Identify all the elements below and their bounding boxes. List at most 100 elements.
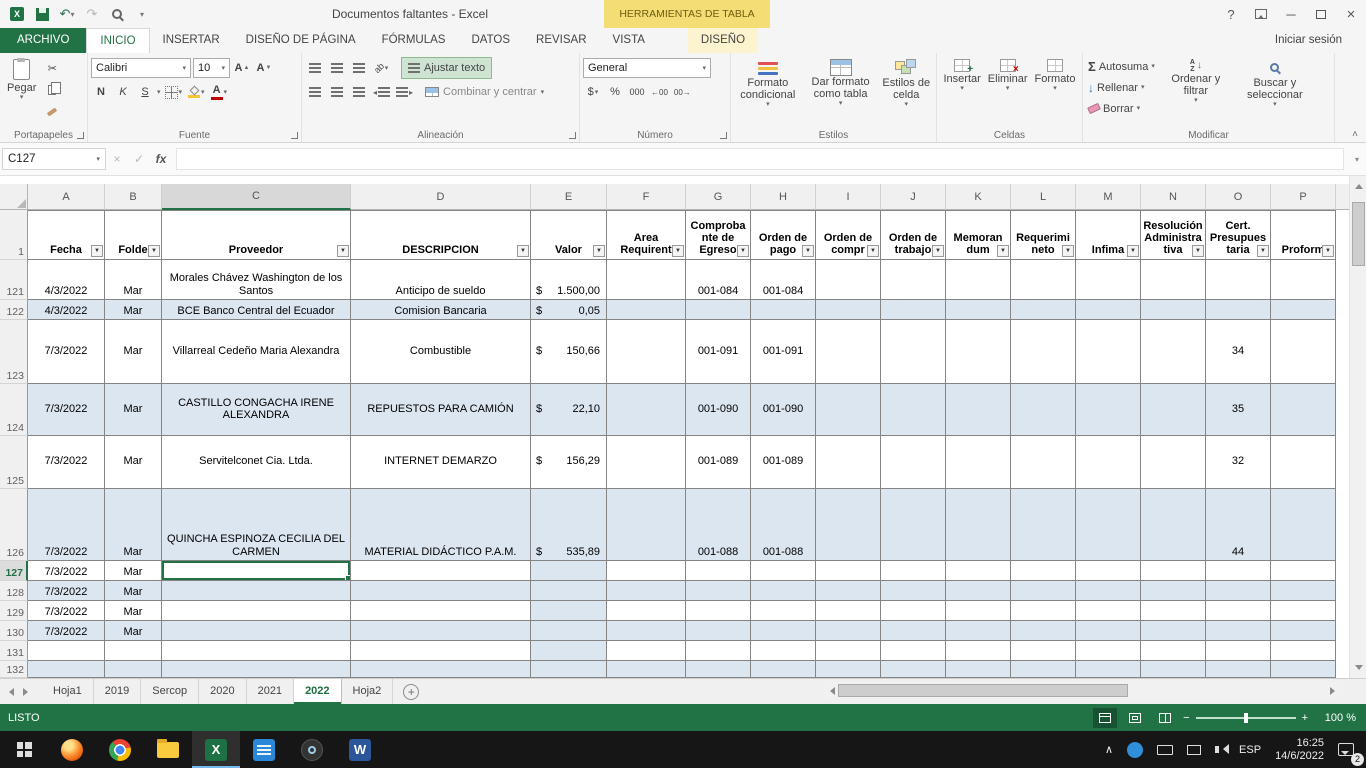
header-cell-O1[interactable]: Cert. Presupues taria▼ bbox=[1206, 210, 1271, 260]
action-center-icon[interactable]: 2 bbox=[1331, 731, 1364, 768]
cell-D124[interactable]: REPUESTOS PARA CAMIÓN bbox=[351, 384, 531, 436]
dialog-launcher-icon[interactable] bbox=[720, 132, 727, 139]
row-header-131[interactable]: 131 bbox=[0, 641, 28, 661]
dialog-launcher-icon[interactable] bbox=[77, 132, 84, 139]
clock[interactable]: 16:2514/6/2022 bbox=[1268, 731, 1331, 768]
column-header-N[interactable]: N bbox=[1141, 184, 1206, 210]
formula-bar-expand-icon[interactable]: ▾ bbox=[1348, 155, 1366, 164]
filter-button-D[interactable]: ▼ bbox=[517, 245, 529, 257]
cell-L128[interactable] bbox=[1011, 581, 1076, 601]
cell-J123[interactable] bbox=[881, 320, 946, 384]
cell-G127[interactable] bbox=[686, 561, 751, 581]
ribbon-tab-revisar[interactable]: REVISAR bbox=[523, 28, 600, 53]
header-cell-D1[interactable]: DESCRIPCION▼ bbox=[351, 210, 531, 260]
cell-B128[interactable]: Mar bbox=[105, 581, 162, 601]
cell-B126[interactable]: Mar bbox=[105, 489, 162, 561]
cell-A121[interactable]: 4/3/2022 bbox=[28, 260, 105, 300]
cell-M131[interactable] bbox=[1076, 641, 1141, 661]
ribbon-tab-vista[interactable]: VISTA bbox=[600, 28, 658, 53]
row-header-122[interactable]: 122 bbox=[0, 300, 28, 320]
thousands-format-button[interactable]: 000 bbox=[627, 82, 647, 102]
font-color-button[interactable]: A▾ bbox=[209, 82, 230, 102]
scroll-up-icon[interactable] bbox=[1350, 176, 1366, 193]
number-format-select[interactable]: General▾ bbox=[583, 58, 711, 78]
taskbar-word-button[interactable]: W bbox=[336, 731, 384, 768]
ribbon-tab-f-rmulas[interactable]: FÓRMULAS bbox=[369, 28, 459, 53]
collapse-ribbon-icon[interactable]: ˄ bbox=[1352, 129, 1358, 140]
cell-A124[interactable]: 7/3/2022 bbox=[28, 384, 105, 436]
cell-A131[interactable] bbox=[28, 641, 105, 661]
cell-I130[interactable] bbox=[816, 621, 881, 641]
column-header-P[interactable]: P bbox=[1271, 184, 1336, 210]
header-cell-L1[interactable]: Requerimi neto▼ bbox=[1011, 210, 1076, 260]
filter-button-N[interactable]: ▼ bbox=[1192, 245, 1204, 257]
cell-H122[interactable] bbox=[751, 300, 816, 320]
ribbon-tab-archivo[interactable]: ARCHIVO bbox=[0, 28, 86, 53]
cell-P128[interactable] bbox=[1271, 581, 1336, 601]
column-header-D[interactable]: D bbox=[351, 184, 531, 210]
volume-icon[interactable] bbox=[1208, 731, 1232, 768]
cell-D123[interactable]: Combustible bbox=[351, 320, 531, 384]
cell-N131[interactable] bbox=[1141, 641, 1206, 661]
cell-L129[interactable] bbox=[1011, 601, 1076, 621]
percent-format-button[interactable]: % bbox=[605, 82, 625, 102]
row-header-128[interactable]: 128 bbox=[0, 581, 28, 601]
filter-button-G[interactable]: ▼ bbox=[737, 245, 749, 257]
hidden-icons-chevron-icon[interactable]: ∧ bbox=[1098, 731, 1120, 768]
cell-J130[interactable] bbox=[881, 621, 946, 641]
start-button[interactable] bbox=[0, 731, 48, 768]
align-bottom-button[interactable] bbox=[349, 58, 369, 78]
cell-P127[interactable] bbox=[1271, 561, 1336, 581]
cell-K129[interactable] bbox=[946, 601, 1011, 621]
cell-P126[interactable] bbox=[1271, 489, 1336, 561]
zoom-slider-thumb[interactable] bbox=[1244, 713, 1248, 723]
cell-I127[interactable] bbox=[816, 561, 881, 581]
conditional-formatting-button[interactable]: Formato condicional ▾ bbox=[734, 56, 802, 126]
cell-B129[interactable]: Mar bbox=[105, 601, 162, 621]
sheet-tab-2020[interactable]: 2020 bbox=[199, 679, 246, 704]
font-size-select[interactable]: 10▾ bbox=[193, 58, 230, 78]
cell-B124[interactable]: Mar bbox=[105, 384, 162, 436]
cell-C131[interactable] bbox=[162, 641, 351, 661]
cell-O123[interactable]: 34 bbox=[1206, 320, 1271, 384]
sheet-nav-prev-icon[interactable] bbox=[0, 679, 18, 704]
insert-function-icon[interactable]: fx bbox=[150, 148, 172, 170]
cell-N124[interactable] bbox=[1141, 384, 1206, 436]
cell-L126[interactable] bbox=[1011, 489, 1076, 561]
cell-H121[interactable]: 001-084 bbox=[751, 260, 816, 300]
filter-button-B[interactable]: ▼ bbox=[148, 245, 160, 257]
row-header-125[interactable]: 125 bbox=[0, 436, 28, 489]
insert-cells-button[interactable]: + Insertar ▾ bbox=[942, 56, 983, 126]
taskbar-explorer-button[interactable] bbox=[144, 731, 192, 768]
delete-cells-button[interactable]: × Eliminar ▾ bbox=[986, 56, 1030, 126]
row-header-121[interactable]: 121 bbox=[0, 260, 28, 300]
cell-L121[interactable] bbox=[1011, 260, 1076, 300]
column-header-C[interactable]: C bbox=[162, 184, 351, 210]
cell-M132[interactable] bbox=[1076, 661, 1141, 678]
cell-L132[interactable] bbox=[1011, 661, 1076, 678]
cell-G129[interactable] bbox=[686, 601, 751, 621]
cell-P131[interactable] bbox=[1271, 641, 1336, 661]
chevron-down-icon[interactable]: ▾ bbox=[157, 89, 161, 96]
cell-G121[interactable]: 001-084 bbox=[686, 260, 751, 300]
filter-button-C[interactable]: ▼ bbox=[337, 245, 349, 257]
vertical-scrollbar[interactable] bbox=[1349, 176, 1366, 678]
select-all-corner[interactable] bbox=[0, 184, 28, 210]
cell-C129[interactable] bbox=[162, 601, 351, 621]
cell-G126[interactable]: 001-088 bbox=[686, 489, 751, 561]
row-header-132[interactable]: 132 bbox=[0, 661, 28, 678]
column-header-E[interactable]: E bbox=[531, 184, 607, 210]
cell-G123[interactable]: 001-091 bbox=[686, 320, 751, 384]
cell-F132[interactable] bbox=[607, 661, 686, 678]
cell-A123[interactable]: 7/3/2022 bbox=[28, 320, 105, 384]
filter-button-O[interactable]: ▼ bbox=[1257, 245, 1269, 257]
cell-E124[interactable]: $22,10 bbox=[531, 384, 607, 436]
cell-B121[interactable]: Mar bbox=[105, 260, 162, 300]
qat-customize-icon[interactable]: ▾ bbox=[133, 5, 151, 23]
taskbar-excel-button[interactable]: X bbox=[192, 731, 240, 768]
cell-H123[interactable]: 001-091 bbox=[751, 320, 816, 384]
horizontal-scroll-thumb[interactable] bbox=[838, 684, 1128, 697]
scroll-down-icon[interactable] bbox=[1350, 661, 1366, 678]
cell-F126[interactable] bbox=[607, 489, 686, 561]
scroll-right-icon[interactable] bbox=[1326, 682, 1342, 699]
